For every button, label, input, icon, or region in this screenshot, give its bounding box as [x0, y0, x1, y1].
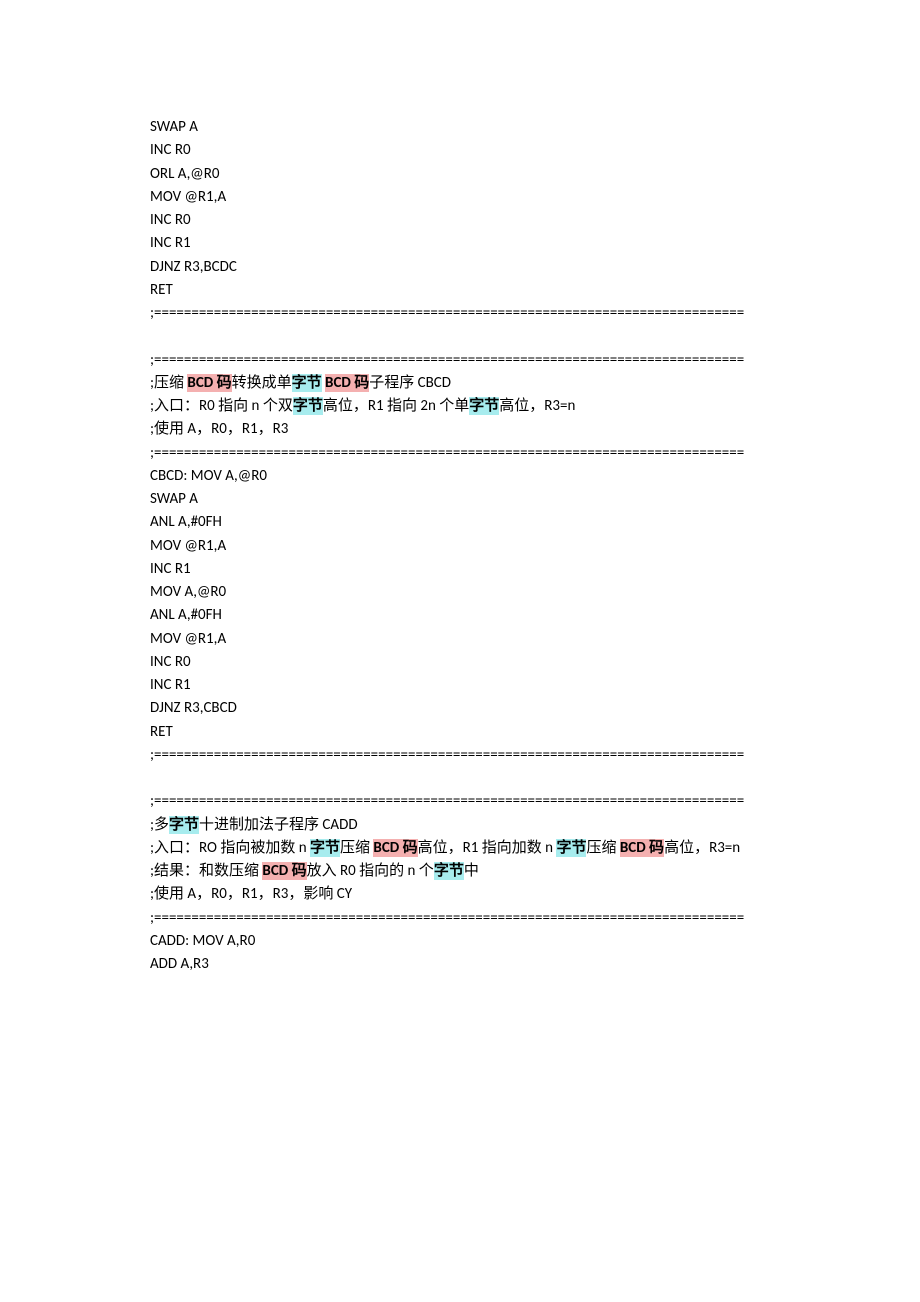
code-text: DJNZ R3,CBCD: [150, 699, 237, 717]
code-text: ;=======================================…: [150, 792, 744, 810]
code-text: ;使用 A，R0，R1，R3: [150, 420, 288, 438]
code-text: INC R0: [150, 653, 191, 671]
code-text: 高位，R1 指向 2n 个单: [323, 397, 469, 415]
code-line: ;入口：RO 指向被加数 n 字节压缩 BCD 码高位，R1 指向加数 n 字节…: [150, 837, 770, 860]
code-line: ;使用 A，R0，R1，R3，影响 CY: [150, 883, 770, 906]
code-line: DJNZ R3,BCDC: [150, 256, 770, 279]
code-text: INC R0: [150, 141, 191, 159]
code-line: INC R1: [150, 232, 770, 255]
code-line: [150, 767, 770, 790]
highlighted-text: 字节: [469, 397, 499, 415]
code-text: 压缩: [586, 839, 619, 857]
code-text: 中: [464, 862, 479, 880]
code-text: [150, 327, 153, 345]
code-text: INC R1: [150, 560, 191, 578]
code-text: ;压缩: [150, 374, 187, 392]
code-text: ANL A,#0FH: [150, 606, 222, 624]
highlighted-text: BCD 码: [325, 374, 369, 392]
code-text: MOV A,@R0: [150, 583, 226, 601]
code-text: CADD: MOV A,R0: [150, 932, 255, 950]
code-line: ;=======================================…: [150, 744, 770, 767]
code-line: CADD: MOV A,R0: [150, 930, 770, 953]
code-line: ;=======================================…: [150, 907, 770, 930]
code-text: ;=======================================…: [150, 304, 744, 322]
code-text: ;结果：和数压缩: [150, 862, 262, 880]
code-text: ;入口：RO 指向被加数 n: [150, 839, 310, 857]
code-text: INC R0: [150, 211, 191, 229]
code-line: INC R1: [150, 558, 770, 581]
highlighted-text: 字节: [293, 397, 323, 415]
code-text: RET: [150, 723, 173, 741]
code-text: 高位，R1 指向加数 n: [418, 839, 557, 857]
code-text: ;=======================================…: [150, 351, 744, 369]
code-line: ;=======================================…: [150, 790, 770, 813]
code-line: INC R0: [150, 651, 770, 674]
code-line: MOV @R1,A: [150, 628, 770, 651]
code-text: 高位，R3=n: [664, 839, 740, 857]
code-line: ANL A,#0FH: [150, 604, 770, 627]
code-text: INC R1: [150, 676, 191, 694]
code-text: CBCD: MOV A,@R0: [150, 467, 267, 485]
code-line: [150, 325, 770, 348]
code-text: ;入口：R0 指向 n 个双: [150, 397, 293, 415]
code-text: 转换成单: [232, 374, 292, 392]
code-line: INC R0: [150, 209, 770, 232]
code-line: ADD A,R3: [150, 953, 770, 976]
code-line: ANL A,#0FH: [150, 511, 770, 534]
code-line: ;=======================================…: [150, 349, 770, 372]
code-line: RET: [150, 279, 770, 302]
highlighted-text: 字节: [434, 862, 464, 880]
code-text: ;多: [150, 816, 169, 834]
highlighted-text: 字节: [310, 839, 340, 857]
code-text: 放入 R0 指向的 n 个: [307, 862, 434, 880]
code-line: INC R0: [150, 139, 770, 162]
code-text: RET: [150, 281, 173, 299]
code-text: 高位，R3=n: [499, 397, 575, 415]
document-page: SWAP A INC R0 ORL A,@R0 MOV @R1,A INC R0 INC …: [0, 0, 920, 1096]
code-line: ;=======================================…: [150, 302, 770, 325]
code-text: MOV @R1,A: [150, 630, 226, 648]
code-line: MOV A,@R0: [150, 581, 770, 604]
code-listing: SWAP A INC R0 ORL A,@R0 MOV @R1,A INC R0 INC …: [150, 116, 770, 976]
code-text: ORL A,@R0: [150, 165, 219, 183]
code-text: ;=======================================…: [150, 909, 744, 927]
code-text: ;=======================================…: [150, 444, 744, 462]
highlighted-text: 字节: [556, 839, 586, 857]
code-line: ;压缩 BCD 码转换成单字节 BCD 码子程序 CBCD: [150, 372, 770, 395]
code-line: ;入口：R0 指向 n 个双字节高位，R1 指向 2n 个单字节高位，R3=n: [150, 395, 770, 418]
code-text: SWAP A: [150, 490, 198, 508]
code-text: [150, 769, 153, 787]
code-line: ORL A,@R0: [150, 163, 770, 186]
code-text: MOV @R1,A: [150, 188, 226, 206]
highlighted-text: 字节: [169, 816, 199, 834]
code-text: MOV @R1,A: [150, 537, 226, 555]
code-line: ;=======================================…: [150, 442, 770, 465]
code-line: MOV @R1,A: [150, 535, 770, 558]
code-line: SWAP A: [150, 116, 770, 139]
code-line: RET: [150, 721, 770, 744]
code-text: 压缩: [340, 839, 373, 857]
code-text: ANL A,#0FH: [150, 513, 222, 531]
code-line: ;多字节十进制加法子程序 CADD: [150, 814, 770, 837]
code-line: DJNZ R3,CBCD: [150, 697, 770, 720]
highlighted-text: BCD 码: [187, 374, 231, 392]
code-text: 十进制加法子程序 CADD: [199, 816, 358, 834]
highlighted-text: 字节: [292, 374, 322, 392]
code-text: DJNZ R3,BCDC: [150, 258, 237, 276]
code-line: MOV @R1,A: [150, 186, 770, 209]
code-line: CBCD: MOV A,@R0: [150, 465, 770, 488]
code-line: ;使用 A，R0，R1，R3: [150, 418, 770, 441]
highlighted-text: BCD 码: [262, 862, 306, 880]
code-text: 子程序 CBCD: [369, 374, 451, 392]
code-text: SWAP A: [150, 118, 198, 136]
code-text: INC R1: [150, 234, 191, 252]
code-text: ;使用 A，R0，R1，R3，影响 CY: [150, 885, 352, 903]
code-text: ;=======================================…: [150, 746, 744, 764]
code-text: ADD A,R3: [150, 955, 209, 973]
highlighted-text: BCD 码: [620, 839, 664, 857]
code-line: INC R1: [150, 674, 770, 697]
code-line: SWAP A: [150, 488, 770, 511]
code-line: ;结果：和数压缩 BCD 码放入 R0 指向的 n 个字节中: [150, 860, 770, 883]
highlighted-text: BCD 码: [373, 839, 417, 857]
